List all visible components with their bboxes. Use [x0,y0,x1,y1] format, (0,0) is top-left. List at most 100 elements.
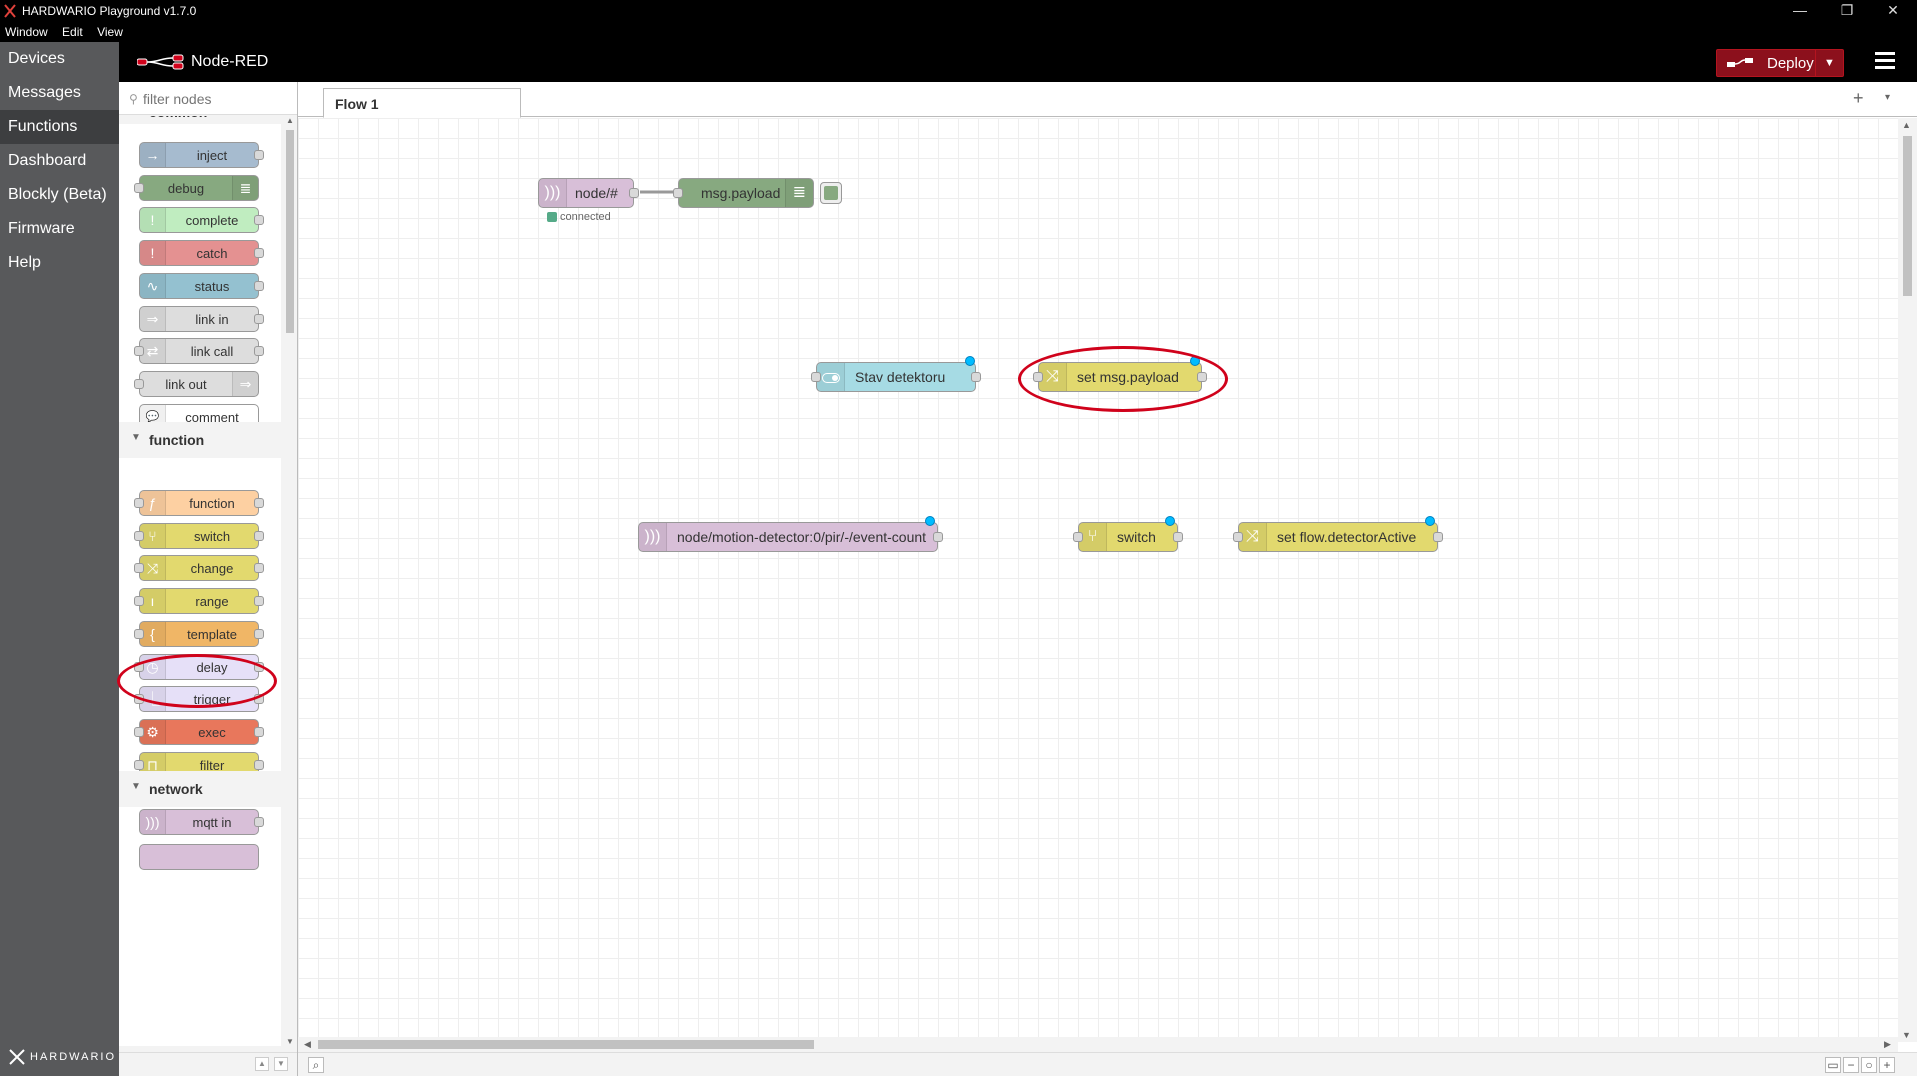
hscroll-thumb[interactable] [318,1040,814,1049]
category-label: network [149,781,203,797]
output-port [254,215,264,226]
add-flow-icon[interactable]: + [1853,88,1864,109]
flow-node-mqtt-in[interactable]: ))) node/# [538,178,639,208]
menu-bar: Window Edit View [0,22,1917,42]
switch-branch-icon: ⑂ [1079,523,1107,551]
scroll-left-icon[interactable]: ◀ [304,1039,311,1050]
nav-functions[interactable]: Functions [0,110,119,144]
debug-toggle-icon [824,186,838,200]
flow-node-ui-switch[interactable]: Stav detektoru [811,362,981,392]
palette-node-link-call[interactable]: ⇄ link call [134,338,264,365]
palette-node-label: exec [198,724,226,740]
palette-node-link-out[interactable]: ⇒ link out [134,370,259,397]
flow-node-mqtt-in-motion[interactable]: ))) node/motion-detector:0/pir/-/event-c… [638,522,943,552]
flow-node-change-2[interactable]: ⤨ set flow.detectorActive [1233,522,1443,552]
palette-node-template[interactable]: {template [134,620,264,647]
input-port [134,596,144,607]
nav-messages[interactable]: Messages [0,76,119,110]
deploy-button[interactable]: Deploy ▼ [1716,49,1844,77]
debug-toggle-button[interactable] [820,182,842,204]
output-port [254,498,264,508]
palette-node-label: link out [165,376,207,392]
palette-node-function[interactable]: ƒ function [134,490,264,516]
nav-help[interactable]: Help [0,246,119,280]
output-port [254,759,264,770]
category-function-header[interactable]: ▼ function [119,422,281,458]
output-port[interactable] [629,188,639,198]
palette-node-range[interactable]: ı range [134,588,264,615]
input-port[interactable] [1233,532,1243,542]
nav-blockly[interactable]: Blockly (Beta) [0,178,119,212]
zoom-out-icon[interactable]: − [1843,1057,1859,1073]
palette-body: ▼ common → inject ≣ debug! complete! catch ∿ st… [119,116,281,1046]
vscroll-thumb[interactable] [1903,136,1912,296]
collapse-all-icon[interactable]: ▲ [255,1057,269,1071]
flow-node-switch[interactable]: ⑂ switch [1073,522,1183,552]
scroll-right-icon[interactable]: ▶ [1884,1039,1891,1050]
input-port[interactable] [811,372,821,382]
input-port [134,726,144,737]
canvas-vertical-scrollbar[interactable]: ▲ ▼ [1898,118,1917,1042]
changed-indicator [965,356,975,366]
palette-scroll-thumb[interactable] [286,130,294,333]
output-port[interactable] [1173,532,1183,542]
canvas-horizontal-scrollbar[interactable]: ◀ ▶ [298,1037,1898,1052]
scroll-down-icon[interactable]: ▼ [283,1037,297,1046]
palette-node-switch[interactable]: ⑂ switch [134,522,264,549]
palette-node-inject[interactable]: → inject [139,142,264,168]
nav-devices[interactable]: Devices [0,42,119,76]
tab-flow-1[interactable]: Flow 1 [323,88,521,118]
scroll-up-icon[interactable]: ▲ [283,116,297,125]
output-port [254,596,264,607]
nav-dashboard[interactable]: Dashboard [0,144,119,178]
changed-indicator [1425,516,1435,526]
input-port[interactable] [673,188,683,198]
palette-node-link-in[interactable]: ⇒ link in [139,305,264,332]
palette-node-change[interactable]: ⤨ change [134,555,264,582]
workspace-footer: ⌕ ▭ − ○ + [298,1052,1917,1076]
close-button[interactable]: ✕ [1873,2,1913,19]
menu-edit[interactable]: Edit [57,22,89,39]
minimize-button[interactable]: — [1780,2,1820,18]
flow-list-icon[interactable]: ▾ [1885,92,1890,103]
palette-node-debug[interactable]: ≣ debug [134,174,259,201]
palette-node-mqtt-out[interactable] [139,844,259,870]
palette-filter-input[interactable] [143,90,288,108]
search-flows-icon[interactable]: ⌕ [308,1057,324,1073]
link-in-node-icon: ⇒ [140,306,166,331]
deploy-label: Deploy [1767,55,1814,72]
palette-node-exec[interactable]: ⚙ exec [134,718,264,745]
zoom-in-icon[interactable]: + [1879,1057,1895,1073]
palette-node-mqtt-in[interactable]: ))) mqtt in [139,809,264,835]
navigator-icon[interactable]: ▭ [1825,1057,1841,1073]
output-port[interactable] [1433,532,1443,542]
catch-node-icon: ! [140,241,166,266]
palette-node-label: change [190,561,234,577]
node-label: node/motion-detector:0/pir/-/event-count [677,529,927,545]
input-port [134,530,144,541]
input-port [134,378,144,389]
palette-node-status[interactable]: ∿ status [139,272,264,299]
zoom-reset-icon[interactable]: ○ [1861,1057,1877,1073]
deploy-dropdown-caret-icon[interactable]: ▼ [1815,50,1843,76]
scroll-up-icon[interactable]: ▲ [1902,120,1911,130]
output-port [254,817,264,827]
main-menu-button[interactable] [1875,52,1895,72]
output-port[interactable] [933,532,943,542]
hamburger-line [1875,66,1895,69]
change-highlight-ellipse [117,654,277,708]
palette-node-catch[interactable]: ! catch [139,240,264,267]
menu-view[interactable]: View [92,22,129,39]
output-port[interactable] [971,372,981,382]
flow-node-debug[interactable]: msg.payload ≣ [673,178,814,208]
scroll-down-icon[interactable]: ▼ [1902,1030,1911,1040]
maximize-button[interactable]: ❐ [1827,2,1867,19]
menu-window[interactable]: Window [0,22,54,39]
palette-node-complete[interactable]: ! complete [139,207,264,234]
nav-firmware[interactable]: Firmware [0,212,119,246]
category-network-header[interactable]: ▼ network [119,771,281,807]
flow-canvas[interactable]: ))) node/# connected msg.payload ≣ Stav … [298,118,1898,1042]
input-port[interactable] [1073,532,1083,542]
expand-all-icon[interactable]: ▼ [274,1057,288,1071]
palette-scrollbar[interactable]: ▲ ▼ [283,116,297,1046]
